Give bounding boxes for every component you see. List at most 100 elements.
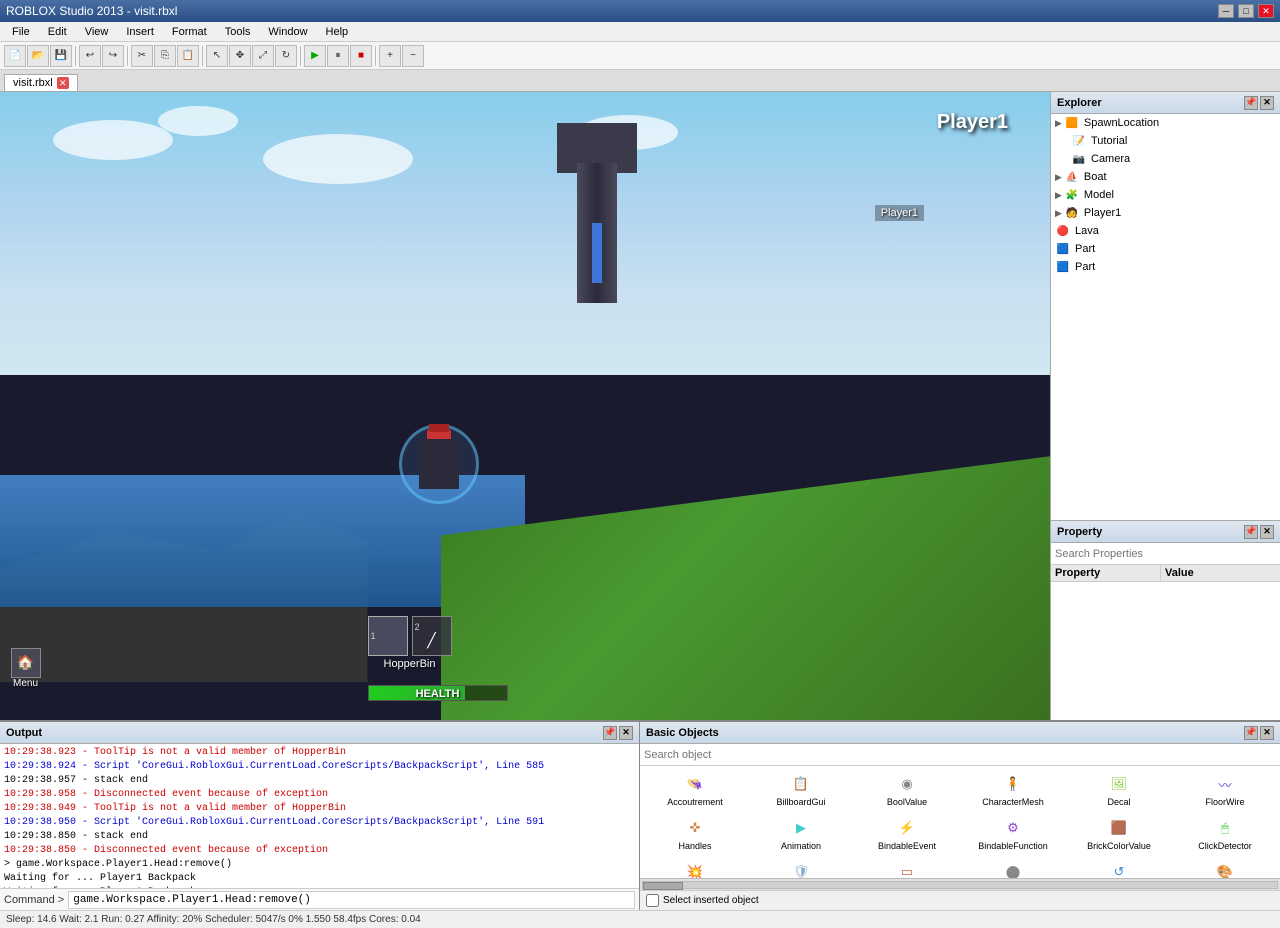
property-panel: Property 📌 ✕ Property Value xyxy=(1050,520,1280,720)
explorer-item-player1[interactable]: ▶ 🧑 Player1 xyxy=(1051,204,1280,222)
bo-item-brickcolorvalue[interactable]: 🟫 BrickColorValue xyxy=(1066,812,1172,856)
menu-window[interactable]: Window xyxy=(260,24,315,40)
bo-icon-brickcolorvalue: 🟫 xyxy=(1108,817,1130,839)
title-text: ROBLOX Studio 2013 - visit.rbxl xyxy=(6,4,177,18)
bo-item-explosion[interactable]: 💥 Explosion xyxy=(642,856,748,878)
tab-bar: visit.rbxl ✕ xyxy=(0,70,1280,92)
menu-button[interactable]: 🏠 Menu xyxy=(11,648,41,689)
tab-close-button[interactable]: ✕ xyxy=(57,77,69,89)
scroll-thumb[interactable] xyxy=(643,882,683,890)
property-search-input[interactable] xyxy=(1051,543,1280,565)
property-pin-button[interactable]: 📌 xyxy=(1244,525,1258,539)
tb-open[interactable]: 📂 xyxy=(27,45,49,67)
command-label: Command > xyxy=(4,894,64,906)
explorer-item-part1[interactable]: 🟦 Part xyxy=(1051,240,1280,258)
select-inserted-checkbox[interactable] xyxy=(646,894,659,907)
basic-objects-pin-button[interactable]: 📌 xyxy=(1244,726,1258,740)
bo-item-forcefield[interactable]: 🛡 ForceField xyxy=(748,856,854,878)
explorer-title: Explorer xyxy=(1057,97,1102,109)
property-close-button[interactable]: ✕ xyxy=(1260,525,1274,539)
bo-item-floorwire[interactable]: 〰 FloorWire xyxy=(1172,768,1278,812)
bo-item-bindablefunction[interactable]: ⚙ BindableFunction xyxy=(960,812,1066,856)
explorer-item-lava[interactable]: 🔴 Lava xyxy=(1051,222,1280,240)
command-input[interactable] xyxy=(68,891,635,909)
explorer-close-button[interactable]: ✕ xyxy=(1260,96,1274,110)
health-label: HEALTH xyxy=(369,686,507,702)
explorer-item-boat[interactable]: ▶ ⛵ Boat xyxy=(1051,168,1280,186)
tb-zoom-out[interactable]: − xyxy=(402,45,424,67)
explorer-pin-button[interactable]: 📌 xyxy=(1244,96,1258,110)
menu-file[interactable]: File xyxy=(4,24,38,40)
bo-item-clickdetector[interactable]: 🖱 ClickDetector xyxy=(1172,812,1278,856)
output-close-button[interactable]: ✕ xyxy=(619,726,633,740)
explorer-item-spawnlocation[interactable]: ▶ 🟧 SpawnLocation xyxy=(1051,114,1280,132)
explorer-item-part2[interactable]: 🟦 Part xyxy=(1051,258,1280,276)
tb-zoom-in[interactable]: + xyxy=(379,45,401,67)
tb-stop[interactable]: ■ xyxy=(350,45,372,67)
explorer-item-camera[interactable]: 📷 Camera xyxy=(1051,150,1280,168)
minimize-button[interactable]: ─ xyxy=(1218,4,1234,18)
bo-item-hole[interactable]: ⬤ Hole xyxy=(960,856,1066,878)
output-content[interactable]: 10:29:38.923 - ToolTip is not a valid me… xyxy=(0,744,639,888)
menu-format[interactable]: Format xyxy=(164,24,215,40)
output-line: 10:29:38.924 - Script 'CoreGui.RobloxGui… xyxy=(4,760,635,774)
menu-view[interactable]: View xyxy=(77,24,117,40)
bo-item-color3value[interactable]: 🎨 Color3Value xyxy=(1172,856,1278,878)
close-button[interactable]: ✕ xyxy=(1258,4,1274,18)
maximize-button[interactable]: □ xyxy=(1238,4,1254,18)
menu-help[interactable]: Help xyxy=(318,24,357,40)
scroll-track[interactable] xyxy=(642,881,1278,889)
player1-tag: Player1 xyxy=(875,205,924,221)
bo-item-bindableevent[interactable]: ⚡ BindableEvent xyxy=(854,812,960,856)
basic-objects-close-button[interactable]: ✕ xyxy=(1260,726,1274,740)
tb-save[interactable]: 💾 xyxy=(50,45,72,67)
main-tab[interactable]: visit.rbxl ✕ xyxy=(4,74,78,91)
viewport[interactable]: Player1 Player1 1 2 ╱ HopperBin HEALTH 🏠 xyxy=(0,92,1050,720)
bo-item-animation[interactable]: ▶ Animation xyxy=(748,812,854,856)
basic-objects-controls: 📌 ✕ xyxy=(1244,726,1274,740)
player-character xyxy=(399,424,479,544)
tb-select[interactable]: ↖ xyxy=(206,45,228,67)
tb-copy[interactable]: ⎘ xyxy=(154,45,176,67)
tb-new[interactable]: 📄 xyxy=(4,45,26,67)
tb-rotate[interactable]: ↻ xyxy=(275,45,297,67)
menu-insert[interactable]: Insert xyxy=(118,24,162,40)
explorer-item-tutorial[interactable]: 📝 Tutorial xyxy=(1051,132,1280,150)
hb-slot-2[interactable]: 2 ╱ xyxy=(412,616,452,656)
bo-item-archandles[interactable]: ↺ ArcHandles xyxy=(1066,856,1172,878)
title-bar: ROBLOX Studio 2013 - visit.rbxl ─ □ ✕ xyxy=(0,0,1280,22)
explorer-item-model[interactable]: ▶ 🧩 Model xyxy=(1051,186,1280,204)
bo-icon-boolvalue: ◉ xyxy=(896,773,918,795)
output-line: 10:29:38.950 - Script 'CoreGui.RobloxGui… xyxy=(4,816,635,830)
bo-item-boolvalue[interactable]: ◉ BoolValue xyxy=(854,768,960,812)
property-controls: 📌 ✕ xyxy=(1244,525,1274,539)
tb-undo[interactable]: ↩ xyxy=(79,45,101,67)
icon-camera: 📷 xyxy=(1071,151,1087,167)
cloud-1 xyxy=(53,120,173,160)
bo-item-decal[interactable]: 🖼 Decal xyxy=(1066,768,1172,812)
bo-item-charactermesh[interactable]: 🧍 CharacterMesh xyxy=(960,768,1066,812)
menu-tools[interactable]: Tools xyxy=(217,24,259,40)
output-header: Output 📌 ✕ xyxy=(0,722,639,744)
output-pin-button[interactable]: 📌 xyxy=(603,726,617,740)
tb-pause[interactable]: ⏸ xyxy=(327,45,349,67)
char-hat xyxy=(429,424,449,432)
tb-move[interactable]: ✥ xyxy=(229,45,251,67)
bo-item-accoutrement[interactable]: 👒 Accoutrement xyxy=(642,768,748,812)
tb-redo[interactable]: ↪ xyxy=(102,45,124,67)
bo-item-billboardgui[interactable]: 📋 BillboardGui xyxy=(748,768,854,812)
tb-paste[interactable]: 📋 xyxy=(177,45,199,67)
bo-label-animation: Animation xyxy=(781,841,821,851)
hb-slot-1[interactable]: 1 xyxy=(368,616,408,656)
tb-play[interactable]: ▶ xyxy=(304,45,326,67)
basic-objects-search[interactable] xyxy=(640,744,1280,766)
tb-scale[interactable]: ⤢ xyxy=(252,45,274,67)
basic-objects-title: Basic Objects xyxy=(646,727,719,739)
bo-item-frame[interactable]: ▭ Frame xyxy=(854,856,960,878)
bo-item-handles[interactable]: ✜ Handles xyxy=(642,812,748,856)
menu-edit[interactable]: Edit xyxy=(40,24,75,40)
explorer-panel: Explorer 📌 ✕ ▶ 🟧 SpawnLocation 📝 Tutoria… xyxy=(1050,92,1280,520)
right-panels: Explorer 📌 ✕ ▶ 🟧 SpawnLocation 📝 Tutoria… xyxy=(1050,92,1280,720)
menu-bar: File Edit View Insert Format Tools Windo… xyxy=(0,22,1280,42)
tb-cut[interactable]: ✂ xyxy=(131,45,153,67)
